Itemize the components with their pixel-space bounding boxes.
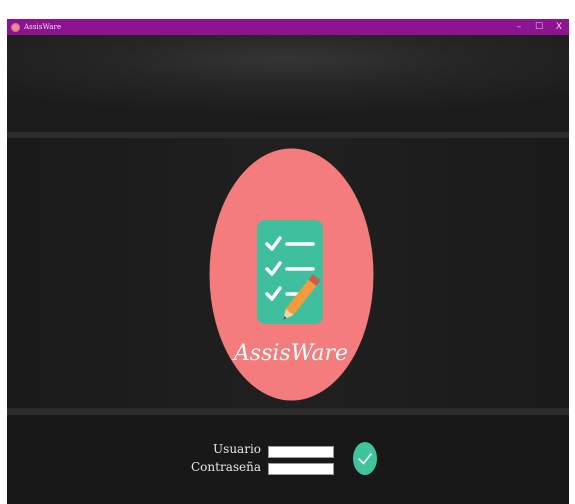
usuario-input[interactable] bbox=[268, 446, 334, 458]
logo-panel: AssisWare bbox=[7, 138, 569, 408]
maximize-button[interactable]: ☐ bbox=[529, 19, 549, 35]
usuario-label: Usuario bbox=[213, 442, 261, 456]
close-button[interactable]: X bbox=[549, 19, 569, 35]
logo-text: AssisWare bbox=[232, 341, 348, 366]
title-bar[interactable]: AssisWare – ☐ X bbox=[7, 19, 569, 35]
contrasena-input[interactable] bbox=[268, 463, 334, 475]
window-controls: – ☐ X bbox=[509, 19, 569, 35]
minimize-button[interactable]: – bbox=[509, 19, 529, 35]
app-logo-icon bbox=[11, 22, 20, 32]
contrasena-label: Contraseña bbox=[191, 460, 261, 474]
assisware-logo: AssisWare bbox=[209, 148, 374, 401]
footer-divider bbox=[7, 408, 569, 415]
header-band bbox=[7, 35, 569, 132]
app-window: AssisWare – ☐ X AssisWare Usuario Contra… bbox=[7, 19, 569, 504]
login-panel: Usuario Contraseña bbox=[7, 415, 569, 504]
check-icon bbox=[358, 453, 372, 465]
login-submit-button[interactable] bbox=[353, 442, 377, 475]
window-title: AssisWare bbox=[24, 23, 62, 31]
logo-graphic: AssisWare bbox=[209, 148, 374, 401]
